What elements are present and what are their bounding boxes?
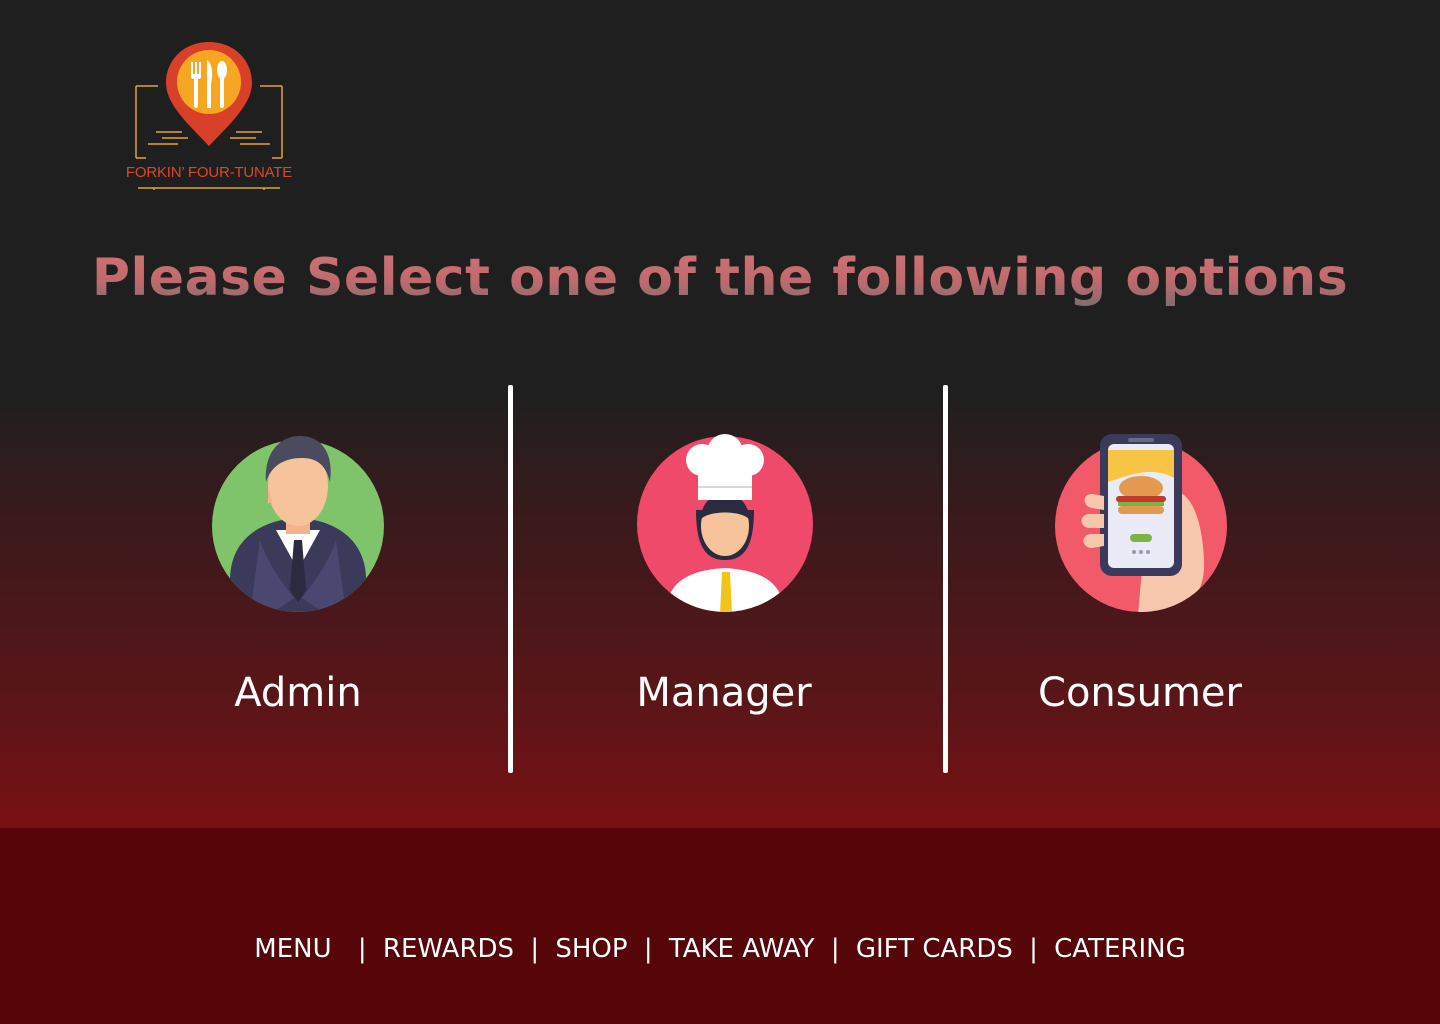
role-label-consumer: Consumer (1038, 670, 1242, 716)
separator: | (357, 934, 367, 964)
footer-link-take-away[interactable]: TAKE AWAY (669, 934, 815, 964)
separator: | (643, 934, 653, 964)
footer-nav: MENU | REWARDS | SHOP | TAKE AWAY | GIFT… (0, 934, 1440, 964)
role-label-manager: Manager (636, 670, 812, 716)
role-label-admin: Admin (234, 670, 362, 716)
page-heading: Please Select one of the following optio… (0, 248, 1440, 308)
footer-link-menu[interactable]: MENU (254, 934, 331, 964)
role-option-admin[interactable]: Admin (196, 430, 400, 730)
separator: | (1029, 934, 1038, 964)
chef-avatar-icon (637, 434, 813, 612)
footer-link-rewards[interactable]: REWARDS (383, 934, 514, 964)
footer-link-catering[interactable]: CATERING (1054, 934, 1186, 964)
businessman-avatar-icon (212, 436, 384, 612)
phone-burger-order-icon (1055, 434, 1227, 612)
brand-logo[interactable]: FORKIN’ FOUR-TUNATE (118, 38, 300, 194)
role-option-manager[interactable]: Manager (622, 430, 826, 730)
footer-link-shop[interactable]: SHOP (555, 934, 627, 964)
brand-name: FORKIN’ FOUR-TUNATE (125, 164, 293, 181)
footer: MENU | REWARDS | SHOP | TAKE AWAY | GIFT… (0, 828, 1440, 1024)
separator: | (530, 934, 540, 964)
role-option-consumer[interactable]: Consumer (1038, 430, 1242, 730)
divider (943, 385, 948, 773)
divider (508, 385, 513, 773)
footer-link-gift-cards[interactable]: GIFT CARDS (856, 934, 1013, 964)
separator: | (830, 934, 840, 964)
